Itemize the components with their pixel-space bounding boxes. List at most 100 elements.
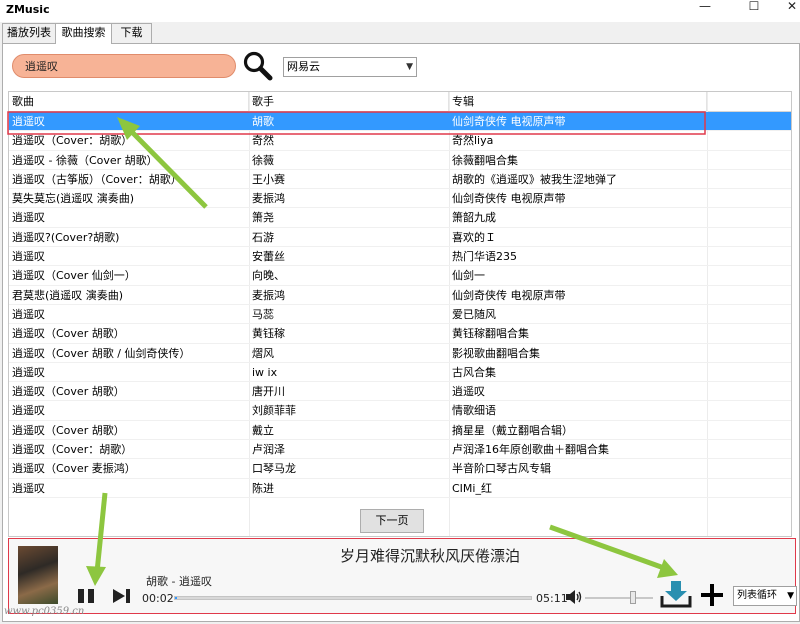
total-time: 05:11 [536, 592, 568, 605]
song-cell: 逍遥叹?(Cover?胡歌) [12, 230, 120, 244]
album-cell: CIMi_红 [452, 481, 492, 495]
song-cell: 逍遥叹（古筝版）（Cover：胡歌） [12, 172, 182, 186]
download-icon[interactable] [660, 580, 692, 608]
tab-song-search[interactable]: 歌曲搜索 [55, 23, 112, 44]
tab-playlist[interactable]: 播放列表 [2, 23, 56, 43]
next-icon[interactable] [111, 588, 133, 604]
song-cell: 逍遥叹（Cover 麦振鸿） [12, 462, 136, 476]
album-cell: 仙剑奇侠传 电视原声带 [452, 115, 566, 128]
singer-cell: 石游 [252, 230, 274, 244]
singer-cell: 安蕾丝 [252, 250, 285, 264]
table-header: 歌曲 歌手 专辑 [9, 92, 791, 112]
singer-cell: 奇然 [252, 134, 274, 148]
chevron-down-icon: ▼ [787, 591, 794, 601]
watermark: www.pc0359.cn [4, 606, 85, 617]
music-source-value: 网易云 [287, 60, 320, 73]
song-cell: 逍遥叹（Cover 胡歌） [12, 423, 125, 437]
close-button[interactable]: ✕ [772, 0, 800, 14]
volume-icon[interactable] [565, 589, 583, 605]
table-row[interactable]: 逍遥叹（Cover 麦振鸿） 口琴马龙 半音阶口琴古风专辑 [9, 459, 791, 479]
table-row[interactable]: 逍遥叹（Cover 胡歌） 唐开川 逍遥叹 [9, 382, 791, 402]
table-row[interactable]: 逍遥叹 安蕾丝 热门华语235 [9, 247, 791, 267]
album-cell: 半音阶口琴古风专辑 [452, 462, 551, 476]
volume-slider[interactable] [585, 597, 653, 599]
singer-cell: 口琴马龙 [252, 462, 296, 476]
table-row[interactable]: 逍遥叹 马蕊 爱已随风 [9, 305, 791, 325]
album-cell: 爱已随风 [452, 307, 496, 321]
table-row[interactable]: 逍遥叹 刘颜菲菲 情歌细语 [9, 401, 791, 421]
table-row[interactable]: 逍遥叹（Cover 胡歌 / 仙剑奇侠传） 熠风 影视歌曲翻唱合集 [9, 344, 791, 363]
volume-slider-handle[interactable] [629, 591, 636, 604]
album-cell: 奇然liya [452, 134, 494, 148]
table-row[interactable]: 逍遥叹 箫尧 箫韶九成 [9, 208, 791, 228]
table-row[interactable]: 逍遥叹（Cover：胡歌） 奇然 奇然liya [9, 131, 791, 151]
singer-cell: 戴立 [252, 423, 274, 437]
table-row[interactable]: 逍遥叹 - 徐薇（Cover 胡歌） 徐薇 徐薇翻唱合集 [9, 151, 791, 170]
singer-cell: 卢润泽 [252, 443, 285, 457]
table-row[interactable]: 逍遥叹（Cover 胡歌） 戴立 摘星星（戴立翻唱合辑） [9, 421, 791, 441]
song-cell: 逍遥叹 [12, 481, 45, 495]
singer-cell: 王小赛 [252, 172, 285, 186]
song-cell: 逍遥叹 [12, 211, 45, 225]
singer-cell: 麦振鸿 [252, 192, 285, 206]
singer-cell: 徐薇 [252, 153, 274, 167]
song-cell: 莫失莫忘(逍遥叹 演奏曲) [12, 192, 135, 206]
song-cell: 逍遥叹（Cover：胡歌） [12, 443, 133, 457]
song-cell: 逍遥叹 [12, 404, 45, 418]
album-cell: 仙剑奇侠传 电视原声带 [452, 192, 566, 206]
song-cell: 逍遥叹（Cover 仙剑一） [12, 269, 136, 283]
column-header-singer[interactable]: 歌手 [249, 92, 449, 112]
minimize-button[interactable]: — [685, 0, 725, 14]
table-row[interactable]: 逍遥叹（古筝版）（Cover：胡歌） 王小赛 胡歌的《逍遥叹》被我生涩地弹了 [9, 170, 791, 190]
column-header-album[interactable]: 专辑 [449, 92, 707, 112]
table-row[interactable]: 逍遥叹（Cover：胡歌） 卢润泽 卢润泽16年原创歌曲＋翻唱合集 [9, 440, 791, 460]
column-header-song[interactable]: 歌曲 [9, 92, 249, 112]
maximize-button[interactable]: ☐ [734, 0, 774, 14]
singer-cell: 箫尧 [252, 211, 274, 225]
search-input[interactable] [12, 54, 236, 78]
singer-cell: 黄钰稼 [252, 327, 285, 341]
song-cell: 逍遥叹（Cover 胡歌） [12, 327, 125, 341]
table-row[interactable]: 逍遥叹 iw ix 古风合集 [9, 363, 791, 383]
song-cell: 君莫悲(逍遥叹 演奏曲) [12, 288, 124, 302]
singer-cell: 向晚、 [252, 269, 285, 283]
search-button[interactable] [242, 50, 274, 82]
album-cell: 卢润泽16年原创歌曲＋翻唱合集 [452, 443, 609, 457]
elapsed-time: 00:02 [142, 592, 174, 605]
song-cell: 逍遥叹 [12, 250, 45, 264]
album-cell: 古风合集 [452, 365, 496, 379]
singer-cell: 陈进 [252, 481, 274, 495]
album-cell: 影视歌曲翻唱合集 [452, 346, 540, 360]
table-row[interactable]: 逍遥叹 胡歌 仙剑奇侠传 电视原声带 [9, 112, 791, 132]
add-icon[interactable] [698, 583, 726, 607]
chevron-down-icon: ▼ [406, 62, 413, 72]
app-window: ZMusic — ☐ ✕ 播放列表 歌曲搜索 下载 网易云 ▼ 歌曲 歌手 专辑… [0, 0, 800, 624]
pause-icon[interactable] [76, 588, 98, 604]
table-row[interactable]: 逍遥叹?(Cover?胡歌) 石游 喜欢的Ｉ [9, 228, 791, 248]
song-cell: 逍遥叹 [12, 115, 45, 128]
results-table: 歌曲 歌手 专辑 逍遥叹 胡歌 仙剑奇侠传 电视原声带逍遥叹（Cover：胡歌） 奇然… [8, 91, 792, 537]
singer-cell: iw ix [252, 365, 278, 379]
music-source-select[interactable]: 网易云 ▼ [283, 57, 417, 77]
table-row[interactable]: 君莫悲(逍遥叹 演奏曲) 麦振鸿 仙剑奇侠传 电视原声带 [9, 286, 791, 305]
table-row[interactable]: 莫失莫忘(逍遥叹 演奏曲) 麦振鸿 仙剑奇侠传 电视原声带 [9, 189, 791, 209]
next-page-button[interactable]: 下一页 [360, 509, 424, 533]
table-row[interactable]: 逍遥叹（Cover 仙剑一） 向晚、 仙剑一 [9, 266, 791, 286]
album-cell: 黄钰稼翻唱合集 [452, 327, 529, 341]
song-cell: 逍遥叹 [12, 365, 45, 379]
album-cell: 徐薇翻唱合集 [452, 153, 518, 167]
title-bar: ZMusic — ☐ ✕ [0, 0, 800, 22]
album-cell: 箫韶九成 [452, 211, 496, 225]
album-cell: 情歌细语 [452, 404, 496, 418]
table-row[interactable]: 逍遥叹 陈进 CIMi_红 [9, 479, 791, 498]
album-cell: 热门华语235 [452, 250, 517, 264]
song-cell: 逍遥叹（Cover：胡歌） [12, 134, 133, 148]
singer-cell: 熠风 [252, 346, 274, 360]
album-cell: 仙剑一 [452, 269, 485, 283]
play-mode-select[interactable]: 列表循环 ▼ [733, 586, 797, 606]
tab-download[interactable]: 下载 [111, 23, 152, 43]
table-row[interactable]: 逍遥叹（Cover 胡歌） 黄钰稼 黄钰稼翻唱合集 [9, 324, 791, 344]
progress-bar[interactable] [174, 596, 532, 600]
current-lyric: 岁月难得沉默秋风厌倦漂泊 [339, 547, 520, 565]
song-cell: 逍遥叹 - 徐薇（Cover 胡歌） [12, 153, 158, 167]
